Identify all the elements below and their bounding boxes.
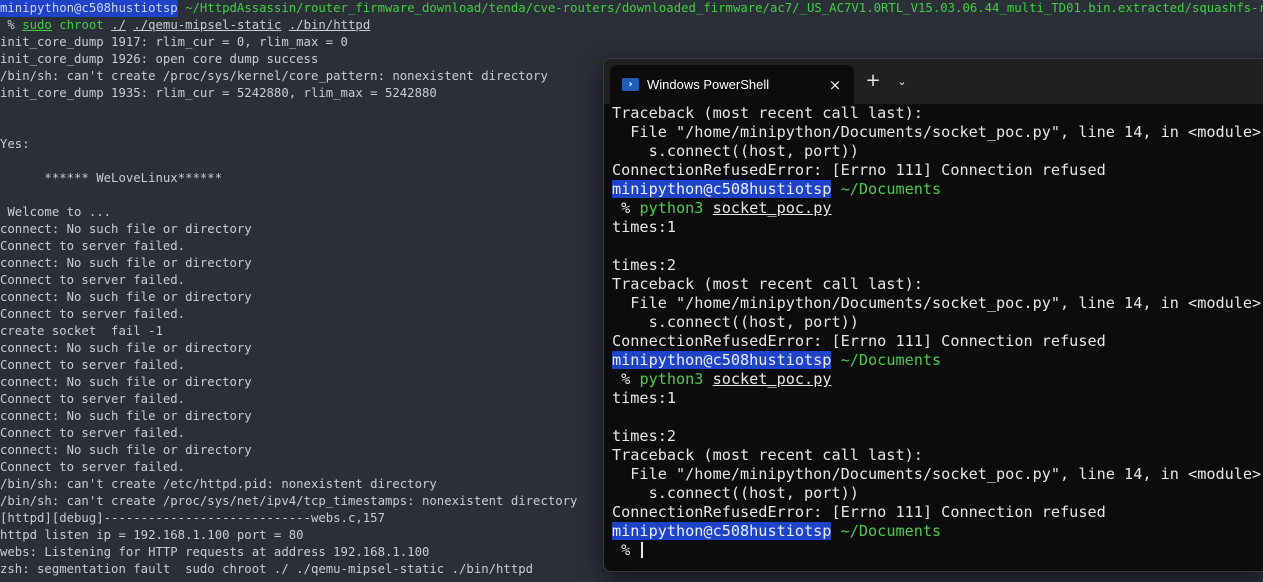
active-command-line[interactable]: %	[612, 541, 1263, 560]
prompt-user: minipython@c508hustiotsp	[0, 0, 178, 17]
cmd-python: python3	[639, 370, 704, 388]
times-line: times:2	[612, 256, 677, 274]
cmd-sudo: sudo	[22, 18, 52, 32]
terminal-output[interactable]: Traceback (most recent call last): File …	[612, 104, 1263, 571]
prompt-user: minipython@c508hustiotsp	[612, 351, 832, 369]
prompt-path: ~/Documents	[831, 522, 942, 540]
connect-line: s.connect((host, port))	[612, 313, 859, 331]
cmd-arg-qemu: ./qemu-mipsel-static	[133, 18, 282, 32]
error-line: ConnectionRefusedError: [Errno 111] Conn…	[612, 161, 1106, 179]
cmd-python: python3	[639, 199, 704, 217]
prompt-path: ~/HttpdAssassin/router_firmware_download…	[177, 1, 1263, 15]
traceback-line: Traceback (most recent call last):	[612, 104, 923, 122]
text-cursor	[641, 542, 644, 558]
prompt-line: minipython@c508hustiotsp ~/Documents	[612, 351, 1263, 370]
times-line: times:1	[612, 218, 677, 236]
prompt-symbol: %	[612, 199, 640, 217]
file-line: File "/home/minipython/Documents/socket_…	[612, 123, 1262, 141]
error-line: ConnectionRefusedError: [Errno 111] Conn…	[612, 332, 1106, 350]
connect-line: s.connect((host, port))	[612, 484, 859, 502]
prompt-user: minipython@c508hustiotsp	[612, 522, 832, 540]
traceback-line: Traceback (most recent call last):	[612, 446, 923, 464]
cmd-arg-root: ./	[111, 18, 126, 32]
cmd-chroot: chroot	[59, 18, 104, 32]
new-tab-button[interactable]: +	[861, 70, 885, 94]
powershell-icon: ›	[622, 78, 639, 91]
output-line: init_core_dump 1917: rlim_cur = 0, rlim_…	[0, 35, 348, 49]
file-line: File "/home/minipython/Documents/socket_…	[612, 294, 1262, 312]
cmd-arg-httpd: ./bin/httpd	[288, 18, 371, 32]
times-line: times:1	[612, 389, 677, 407]
command-line: % sudo chroot ./ ./qemu-mipsel-static ./…	[0, 17, 1263, 34]
file-line: File "/home/minipython/Documents/socket_…	[612, 465, 1262, 483]
chevron-down-icon[interactable]: ⌄	[892, 70, 912, 94]
prompt-user: minipython@c508hustiotsp	[612, 180, 832, 198]
command-line: % python3 socket_poc.py	[612, 370, 1263, 389]
command-line: % python3 socket_poc.py	[612, 199, 1263, 218]
command-prompt-line: minipython@c508hustiotsp ~/HttpdAssassin…	[0, 0, 1263, 17]
prompt-path: ~/Documents	[831, 180, 942, 198]
cmd-script: socket_poc.py	[712, 199, 832, 217]
prompt-symbol: %	[612, 541, 640, 559]
traceback-line: Traceback (most recent call last):	[612, 275, 923, 293]
connect-line: s.connect((host, port))	[612, 142, 859, 160]
close-icon[interactable]: ×	[824, 74, 846, 96]
prompt-path: ~/Documents	[831, 351, 942, 369]
prompt-line: minipython@c508hustiotsp ~/Documents	[612, 522, 1263, 541]
cmd-script: socket_poc.py	[712, 370, 832, 388]
error-line: ConnectionRefusedError: [Errno 111] Conn…	[612, 503, 1106, 521]
times-line: times:2	[612, 427, 677, 445]
powershell-window[interactable]: › Windows PowerShell × + ⌄ Traceback (mo…	[603, 58, 1263, 572]
tab-windows-powershell[interactable]: › Windows PowerShell ×	[610, 65, 854, 104]
title-bar[interactable]: › Windows PowerShell × + ⌄	[604, 59, 1263, 104]
tab-title: Windows PowerShell	[647, 77, 770, 92]
prompt-line: minipython@c508hustiotsp ~/Documents	[612, 180, 1263, 199]
prompt-symbol: %	[612, 370, 640, 388]
prompt-symbol: %	[0, 18, 23, 32]
